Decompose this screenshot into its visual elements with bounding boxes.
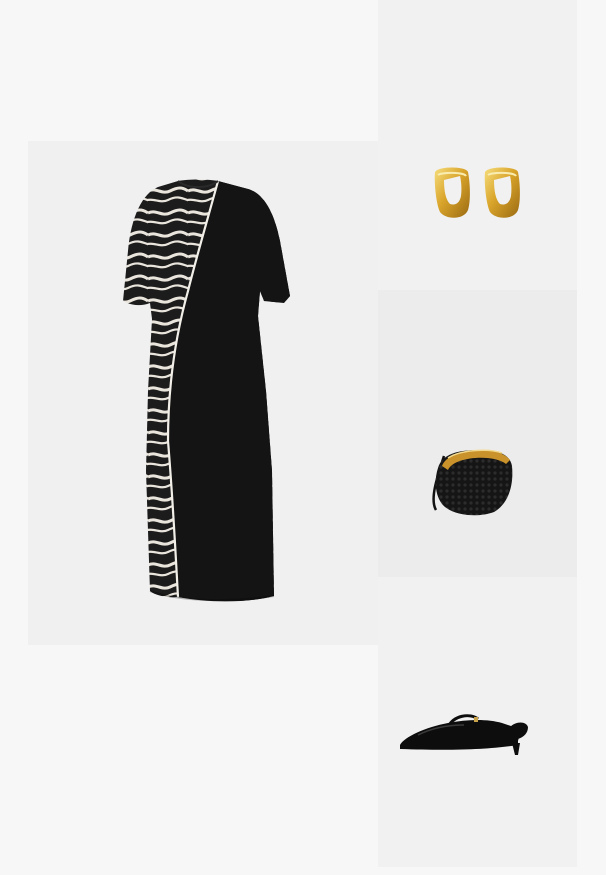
bag-product-tile[interactable]	[378, 290, 577, 577]
earrings-image	[434, 167, 520, 218]
earring-left	[434, 167, 470, 218]
shoes-image	[400, 714, 528, 755]
bag-image	[432, 449, 513, 516]
earring-right	[484, 167, 520, 218]
dress-image	[123, 179, 290, 602]
dress-product-tile[interactable]	[28, 141, 378, 645]
earrings-product-tile[interactable]	[378, 0, 577, 290]
shoes-product-tile[interactable]	[378, 577, 577, 867]
